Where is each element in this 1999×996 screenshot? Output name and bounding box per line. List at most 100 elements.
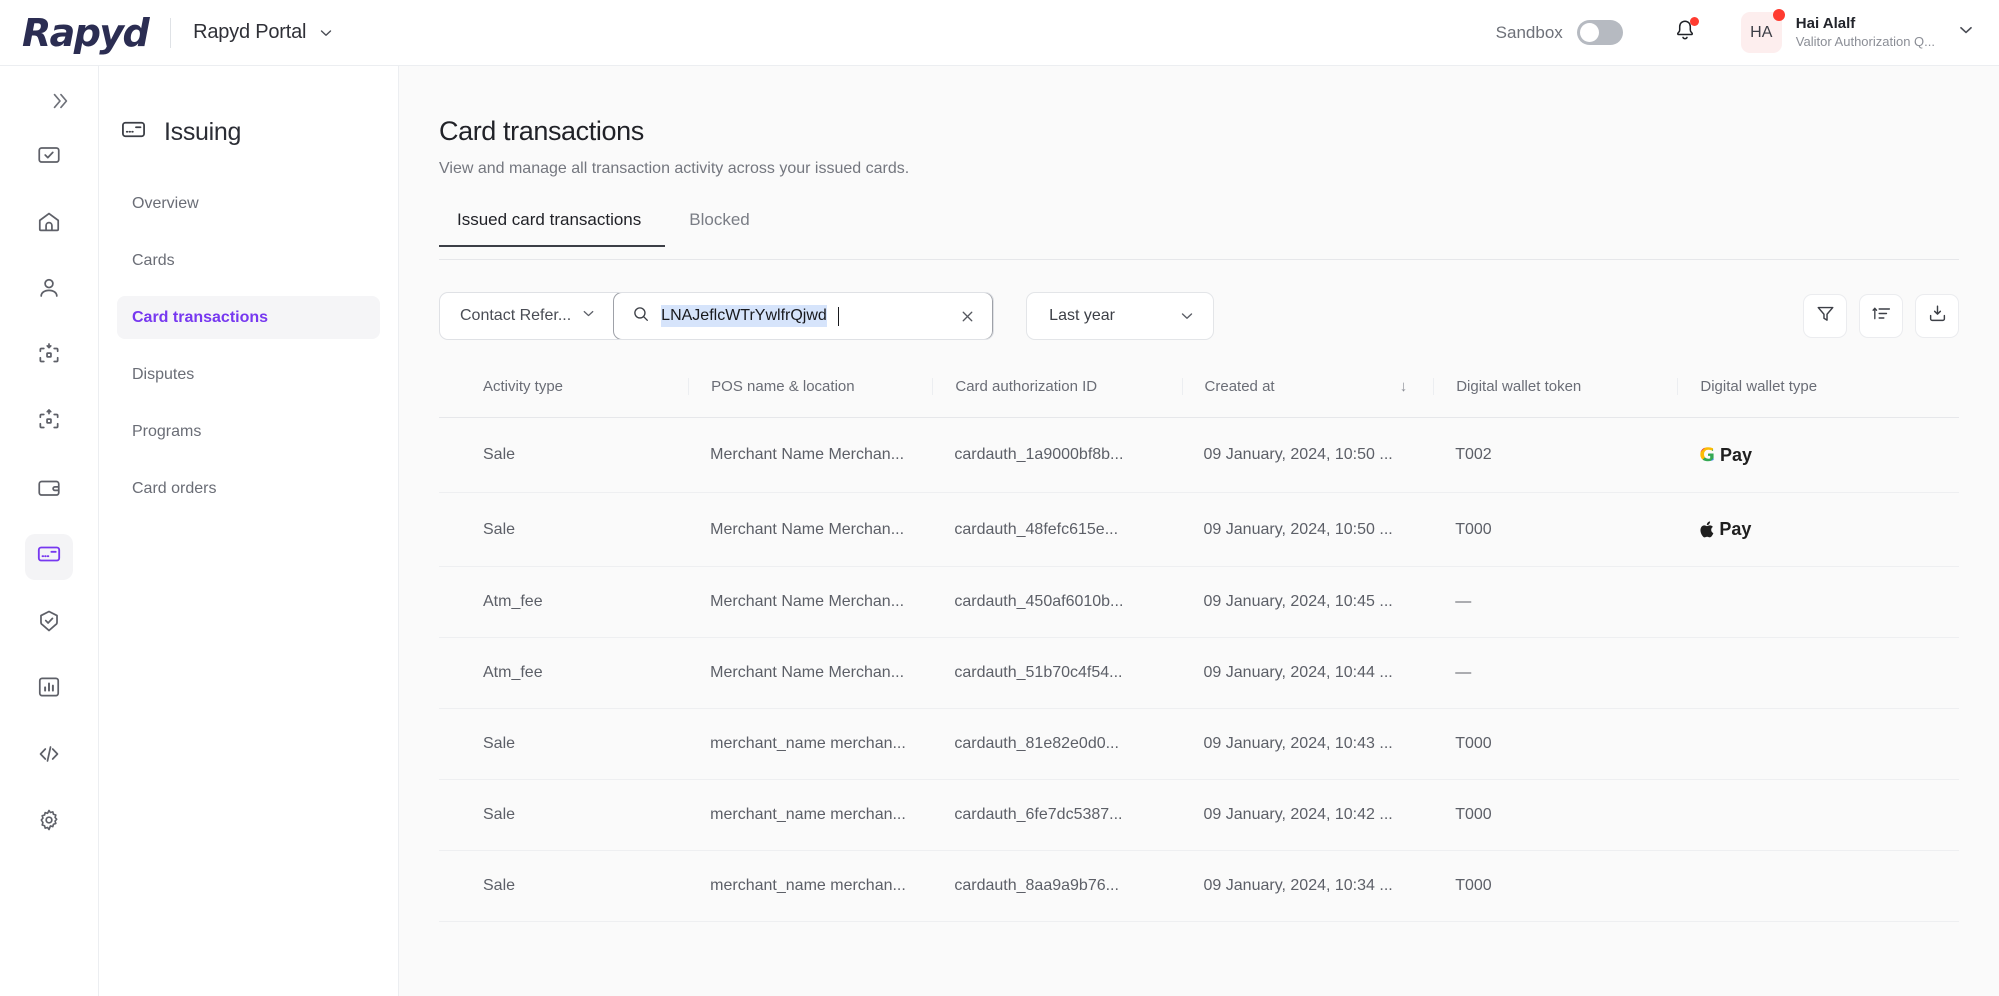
cell-card-auth-id: cardauth_1a9000bf8b... [932,418,1181,493]
tab-bar: Issued card transactions Blocked [439,210,1959,260]
tab-blocked[interactable]: Blocked [665,210,773,246]
rail-item-collect[interactable] [25,334,73,380]
download-icon [1927,303,1948,329]
cell-card-auth-id: cardauth_48fefc615e... [932,493,1181,567]
table-header-row: Activity type POS name & location Card a… [439,368,1959,418]
cell-created-at: 09 January, 2024, 10:42 ... [1182,780,1434,851]
table-row[interactable]: Sale Merchant Name Merchan... cardauth_4… [439,493,1959,567]
rail-item-customers[interactable] [25,268,73,314]
page-title: Card transactions [399,66,1999,147]
sort-button[interactable] [1859,294,1903,338]
column-header-label: Created at [1205,378,1275,395]
rapyd-logo[interactable]: Rapyd [22,11,148,55]
table-header: Activity type POS name & location Card a… [439,368,1959,418]
column-header-created-at[interactable]: Created at ↓ [1182,368,1434,418]
user-meta: Hai Alalf Valitor Authorization Q... [1796,15,1935,50]
table-row[interactable]: Atm_fee Merchant Name Merchan... cardaut… [439,638,1959,709]
filter-icon [1815,303,1836,329]
cell-created-at: 09 January, 2024, 10:50 ... [1182,493,1434,567]
rail-item-verify[interactable] [25,600,73,646]
column-header-digital-wallet-type[interactable]: Digital wallet type [1677,368,1959,418]
column-header-label: Digital wallet type [1700,378,1817,395]
filter-button[interactable] [1803,294,1847,338]
rail-item-tasks[interactable] [25,135,73,181]
clear-search-button[interactable] [959,308,976,325]
apple-logo-glyph [1699,521,1714,539]
cell-created-at: 09 January, 2024, 10:50 ... [1182,418,1434,493]
sidebar-item-programs[interactable]: Programs [117,410,380,453]
google-pay-icon: G Pay [1699,444,1959,466]
sidebar-item-card-transactions[interactable]: Card transactions [117,296,380,339]
gear-icon [36,807,62,838]
tasks-icon [36,142,62,173]
cell-pos-name: Merchant Name Merchan... [688,418,932,493]
rail-item-developers[interactable] [25,733,73,779]
sidebar-item-label: Card orders [132,480,216,498]
column-header-activity-type[interactable]: Activity type [439,368,688,418]
topbar-right-group: Sandbox HA Hai Alalf Valitor Authorizati… [1496,12,1999,53]
rail-item-settings[interactable] [25,799,73,845]
cell-created-at: 09 January, 2024, 10:44 ... [1182,638,1434,709]
table-row[interactable]: Sale merchant_name merchan... cardauth_6… [439,780,1959,851]
column-header-card-auth-id[interactable]: Card authorization ID [932,368,1181,418]
search-input[interactable]: LNAJeflcWTrYwlfrQjwd [613,292,993,340]
cell-wallet-type [1677,780,1959,851]
filter-bar: Contact Refer... LNAJeflcWTrYwlfrQjwd [439,292,1959,340]
cell-pos-name: merchant_name merchan... [688,709,932,780]
cell-created-at: 09 January, 2024, 10:43 ... [1182,709,1434,780]
table-actions [1803,294,1959,338]
column-header-label: POS name & location [711,378,854,395]
portal-switcher[interactable]: Rapyd Portal [193,21,334,44]
main-content: Card transactions View and manage all tr… [399,66,1999,996]
sidebar-item-card-orders[interactable]: Card orders [117,467,380,510]
sandbox-toggle[interactable] [1577,20,1623,45]
cell-card-auth-id: cardauth_51b70c4f54... [932,638,1181,709]
avatar[interactable]: HA [1741,12,1782,53]
sort-icon [1871,303,1892,329]
search-group: Contact Refer... LNAJeflcWTrYwlfrQjwd [439,292,994,340]
text-cursor [838,307,840,326]
expand-sidebar-button[interactable] [38,80,82,123]
table-row[interactable]: Atm_fee Merchant Name Merchan... cardaut… [439,567,1959,638]
table-row[interactable]: Sale merchant_name merchan... cardauth_8… [439,709,1959,780]
cell-pos-name: Merchant Name Merchan... [688,567,932,638]
cell-activity-type: Atm_fee [439,638,688,709]
tab-issued-card-transactions[interactable]: Issued card transactions [439,210,665,246]
notifications-button[interactable] [1673,18,1697,47]
sort-descending-icon[interactable]: ↓ [1400,378,1434,395]
cell-pos-name: merchant_name merchan... [688,851,932,922]
cell-created-at: 09 January, 2024, 10:34 ... [1182,851,1434,922]
cell-activity-type: Sale [439,418,688,493]
rail-item-analytics[interactable] [25,666,73,712]
search-field-select[interactable]: Contact Refer... [440,293,614,339]
column-header-label: Digital wallet token [1456,378,1581,395]
table-row[interactable]: Sale merchant_name merchan... cardauth_8… [439,851,1959,922]
column-header-pos-name[interactable]: POS name & location [688,368,932,418]
user-menu[interactable]: Hai Alalf Valitor Authorization Q... [1782,15,1975,50]
rail-item-issuing[interactable] [25,534,73,580]
sidebar-item-label: Disputes [132,366,194,384]
table-row[interactable]: Sale Merchant Name Merchan... cardauth_1… [439,418,1959,493]
notification-indicator-dot [1690,17,1699,26]
rail-item-wallets[interactable] [25,467,73,513]
wallet-icon [36,475,62,506]
column-header-digital-wallet-token[interactable]: Digital wallet token [1433,368,1677,418]
notification-bell-icon [1673,29,1697,46]
wallet-type-label: Pay [1719,519,1751,540]
tab-label: Issued card transactions [457,210,641,229]
wallet-type-label: Pay [1720,445,1752,466]
date-range-select[interactable]: Last year [1026,292,1214,340]
sidebar-item-disputes[interactable]: Disputes [117,353,380,396]
sidebar-item-cards[interactable]: Cards [117,239,380,282]
cell-wallet-type: G Pay [1677,418,1959,493]
download-button[interactable] [1915,294,1959,338]
sidebar-item-overview[interactable]: Overview [117,182,380,225]
cell-pos-name: Merchant Name Merchan... [688,493,932,567]
chevron-down-icon [581,306,596,326]
cell-wallet-token: T002 [1433,418,1677,493]
rail-item-disburse[interactable] [25,401,73,447]
cell-wallet-type [1677,638,1959,709]
sidebar-item-label: Programs [132,423,201,441]
rail-item-home[interactable] [25,201,73,247]
table-body: Sale Merchant Name Merchan... cardauth_1… [439,418,1959,922]
